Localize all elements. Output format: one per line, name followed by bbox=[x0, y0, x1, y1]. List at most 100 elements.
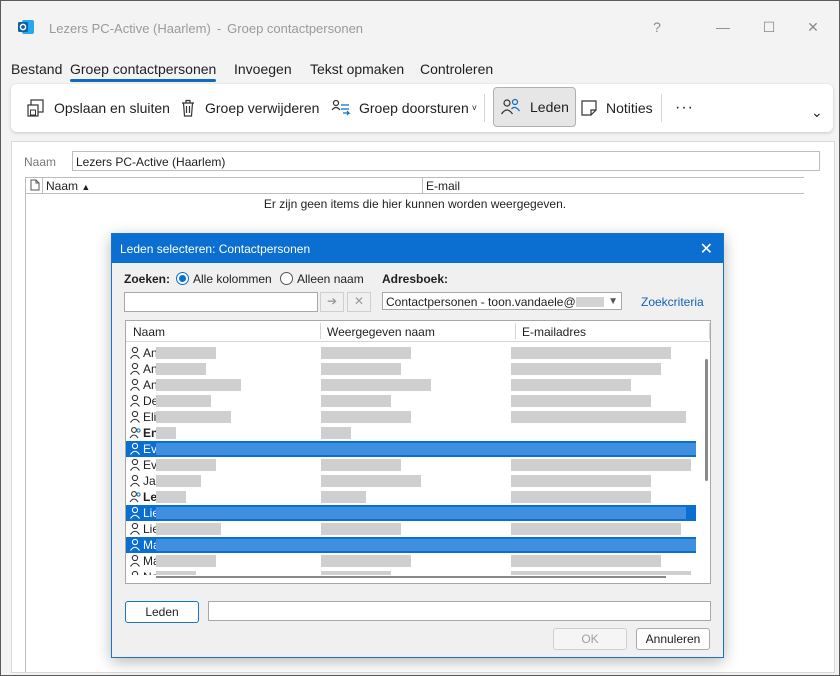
advanced-search-link[interactable]: Zoekcriteria bbox=[641, 295, 704, 309]
menu-bar: Bestand Groep contactpersonen Invoegen T… bbox=[1, 57, 839, 83]
search-options: Zoeken: Alle kolommen Alleen naam Adresb… bbox=[124, 272, 714, 292]
contact-name: Le bbox=[143, 490, 158, 504]
tab-controleren[interactable]: Controleren bbox=[420, 61, 493, 77]
contact-name: Ev bbox=[143, 458, 158, 472]
column-divider bbox=[422, 178, 423, 193]
search-label: Zoeken: bbox=[124, 272, 171, 286]
members-button[interactable]: Leden bbox=[125, 601, 199, 623]
column-email-address[interactable]: E-mailadres bbox=[522, 325, 586, 339]
contact-row[interactable]: Lie bbox=[126, 505, 696, 521]
ok-button[interactable]: OK bbox=[553, 628, 627, 650]
minimize-button[interactable]: — bbox=[709, 13, 737, 41]
redacted-text bbox=[321, 571, 391, 575]
addressbook-label: Adresboek: bbox=[382, 272, 449, 286]
redacted-text bbox=[156, 523, 221, 535]
contact-row[interactable]: Lie bbox=[126, 521, 696, 537]
tab-tekst-opmaken[interactable]: Tekst opmaken bbox=[310, 61, 404, 77]
horizontal-scrollbar[interactable] bbox=[156, 576, 666, 578]
maximize-button[interactable]: ☐ bbox=[755, 13, 783, 41]
person-icon bbox=[130, 394, 140, 407]
contact-row[interactable]: An bbox=[126, 377, 696, 393]
addressbook-select[interactable]: Contactpersonen - toon.vandaele@ ▼ bbox=[382, 292, 622, 310]
redacted-text bbox=[511, 363, 661, 375]
person-icon bbox=[130, 538, 140, 551]
contact-row[interactable]: Le bbox=[126, 489, 696, 505]
contact-row[interactable]: Ev bbox=[126, 457, 696, 473]
window-type: Groep contactpersonen bbox=[227, 21, 364, 36]
column-name[interactable]: Naam bbox=[133, 325, 165, 339]
members-ribbon-button[interactable]: Leden bbox=[493, 87, 576, 127]
person-icon bbox=[130, 554, 140, 567]
column-email[interactable]: E-mail bbox=[426, 179, 460, 193]
contact-row[interactable]: Ma bbox=[126, 553, 696, 569]
redacted-text bbox=[511, 379, 631, 391]
redacted-text bbox=[321, 395, 391, 407]
contact-group-name: Lezers PC-Active (Haarlem) bbox=[49, 21, 211, 36]
members-ribbon-label: Leden bbox=[530, 99, 569, 115]
column-divider bbox=[42, 178, 43, 193]
help-button[interactable]: ? bbox=[643, 13, 671, 41]
cancel-button[interactable]: Annuleren bbox=[636, 628, 710, 650]
redacted-text bbox=[511, 411, 686, 423]
contact-row[interactable]: An bbox=[126, 345, 696, 361]
redacted-text bbox=[511, 459, 691, 471]
redacted-text bbox=[321, 491, 366, 503]
redacted-text bbox=[156, 411, 231, 423]
redacted-text bbox=[511, 475, 651, 487]
redacted-text bbox=[321, 475, 421, 487]
redacted-text bbox=[156, 379, 241, 391]
contact-row[interactable]: Ev bbox=[126, 441, 696, 457]
notes-icon bbox=[581, 100, 597, 116]
members-field[interactable] bbox=[208, 601, 711, 621]
save-close-button[interactable]: Opslaan en sluiten bbox=[26, 92, 170, 124]
contact-row[interactable]: Jac bbox=[126, 473, 696, 489]
redacted-text bbox=[156, 443, 696, 455]
contact-row[interactable]: De bbox=[126, 393, 696, 409]
save-close-icon bbox=[27, 99, 44, 117]
vertical-scrollbar[interactable] bbox=[705, 359, 708, 481]
tab-bestand[interactable]: Bestand bbox=[11, 61, 62, 77]
ribbon-divider bbox=[661, 94, 662, 122]
person-icon bbox=[130, 378, 140, 391]
column-name[interactable]: Naam ▲ bbox=[46, 179, 90, 193]
forward-group-button[interactable]: Groep doorsturen ˅ bbox=[331, 92, 477, 124]
tab-groep-contactpersonen[interactable]: Groep contactpersonen bbox=[70, 61, 217, 82]
forward-group-icon bbox=[331, 99, 351, 116]
redacted-text bbox=[511, 555, 661, 567]
name-label: Naam bbox=[24, 155, 57, 169]
contact-group-icon bbox=[129, 427, 141, 439]
contact-row[interactable]: Ma bbox=[126, 537, 696, 553]
contact-row[interactable]: Eli bbox=[126, 409, 696, 425]
redacted-text bbox=[156, 491, 186, 503]
addressbook-value: Contactpersonen - toon.vandaele@ bbox=[386, 295, 576, 309]
notes-button[interactable]: Notities bbox=[580, 92, 653, 124]
redacted-text bbox=[321, 411, 411, 423]
contact-row[interactable]: An bbox=[126, 361, 696, 377]
search-go-button[interactable]: ➔ bbox=[320, 292, 344, 312]
person-icon bbox=[130, 346, 140, 359]
person-icon bbox=[130, 362, 140, 375]
contacts-rows: AnAnAnDeEliEnEvEvJacLeLieLieMaMaNe bbox=[126, 345, 696, 575]
contact-row[interactable]: En bbox=[126, 425, 696, 441]
radio-name-only[interactable]: Alleen naam bbox=[280, 272, 364, 286]
search-clear-button[interactable]: ✕ bbox=[347, 292, 371, 312]
redacted-text bbox=[156, 507, 686, 519]
dialog-close-button[interactable]: ✕ bbox=[700, 239, 713, 259]
notes-label: Notities bbox=[606, 100, 653, 116]
search-input[interactable] bbox=[124, 292, 318, 312]
redacted-text bbox=[156, 395, 211, 407]
chevron-down-icon: ˅ bbox=[471, 103, 477, 113]
delete-group-button[interactable]: Groep verwijderen bbox=[179, 92, 319, 124]
radio-all-columns[interactable]: Alle kolommen bbox=[176, 272, 272, 286]
ribbon-expand-button[interactable]: ⌄ bbox=[811, 96, 823, 128]
person-icon bbox=[130, 522, 140, 535]
redacted-text bbox=[321, 523, 401, 535]
contact-row[interactable]: Ne bbox=[126, 569, 696, 575]
tab-invoegen[interactable]: Invoegen bbox=[234, 61, 292, 77]
column-display-name[interactable]: Weergegeven naam bbox=[327, 325, 435, 339]
name-field[interactable]: Lezers PC-Active (Haarlem) bbox=[72, 151, 820, 171]
members-icon bbox=[501, 98, 520, 115]
close-button[interactable]: ✕ bbox=[799, 13, 827, 41]
more-options-button[interactable]: ··· bbox=[675, 92, 694, 124]
sort-ascending-icon: ▲ bbox=[81, 182, 91, 192]
